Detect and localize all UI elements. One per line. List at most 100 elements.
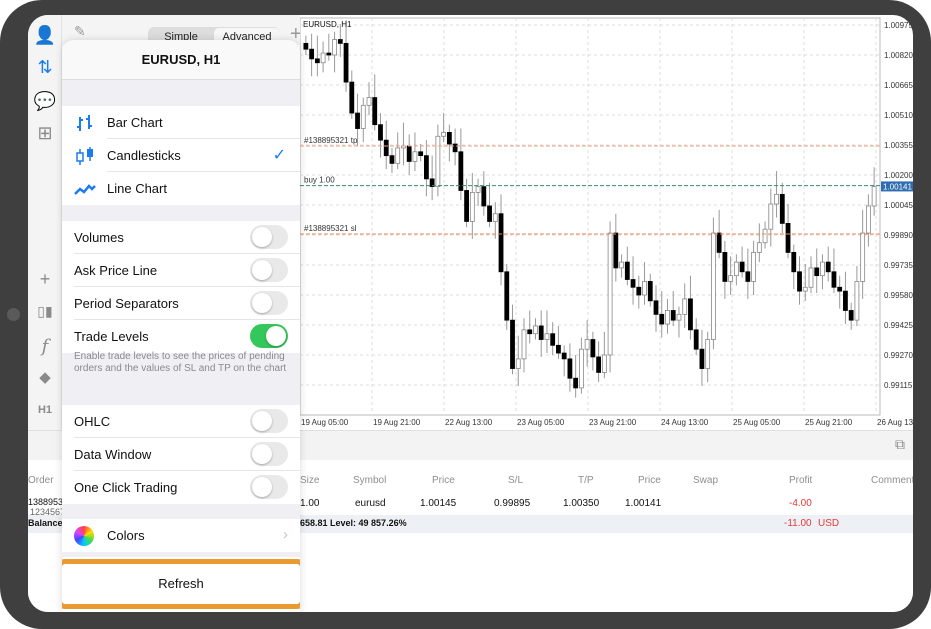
candlesticks-icon [76,147,93,165]
toggle-label: Data Window [74,447,152,462]
toggle-row-ohlc[interactable]: OHLC [62,405,300,438]
indicators-icon[interactable]: f [28,336,62,357]
one-click-trading-toggle[interactable] [250,475,288,499]
candle-body [745,271,751,282]
candle-body [406,145,412,162]
period-separators-toggle[interactable] [250,291,288,315]
candle-body [349,81,355,114]
candle-body [492,213,498,222]
toggle-label: Trade Levels [74,329,149,344]
price-tick-label: 0.99735 [884,261,913,270]
candle-body [332,39,337,56]
size: 1.00 [300,498,320,509]
candle-body [762,228,768,244]
refresh-button[interactable]: Refresh [62,559,300,609]
candle-body [756,242,762,253]
data-window-toggle[interactable] [250,442,288,466]
candle-body [647,281,653,302]
trade-levels-note: Enable trade levels to see the prices of… [74,351,287,374]
candle-body [498,213,504,273]
price-tick-label: 1.00975 [884,21,913,30]
candle-body [733,261,739,277]
candle-body [774,193,779,205]
candle-body [366,97,372,106]
candle-body [837,286,843,292]
candle-body [820,261,825,277]
candle-body [372,97,378,126]
symbol: eurusd [355,498,386,509]
new-order-icon[interactable]: ⊞ [28,123,62,144]
candle-body [458,151,464,191]
candle-body [475,186,481,193]
candle-body [693,329,699,350]
colors-row[interactable]: Colors › [62,519,300,552]
toggle-label: Volumes [74,230,124,245]
toggle-row-volumes[interactable]: Volumes [62,221,300,254]
toggle-row-trade-levels[interactable]: Trade Levels [62,320,300,353]
candle-body [412,151,418,162]
price-tick-label: 0.99890 [884,231,913,240]
candle-body [464,190,469,222]
chart-type-icon[interactable]: ▯▮ [28,303,62,320]
candle-body [378,124,383,141]
time-tick-label: 19 Aug 21:00 [373,418,421,427]
edit-icon[interactable]: ✎ [74,23,86,40]
candle-body [424,155,429,180]
time-tick-label: 25 Aug 05:00 [733,418,781,427]
chart-canvas[interactable]: 1.00975 1.00820 1.00665 1.00510 1.00355 1.002… [299,15,913,435]
price-chart[interactable]: 1.00975 1.00820 1.00665 1.00510 1.00355 1.002… [299,15,913,435]
candle-body [481,186,487,207]
chat-icon[interactable]: 💬 [28,91,62,112]
volumes-toggle[interactable] [250,225,288,249]
toggle-row-data-window[interactable]: Data Window [62,438,300,471]
layout-icon[interactable]: ⧉ [895,436,905,453]
candle-body [808,267,814,288]
toggle-row-ask-price-line[interactable]: Ask Price Line [62,254,300,287]
price-tick-label: 0.99425 [884,321,913,330]
col-order: Order [28,475,54,486]
toggle-row-one-click-trading[interactable]: One Click Trading [62,471,300,504]
candle-body [533,325,538,335]
trade-icon[interactable]: ⇅ [28,57,62,78]
toggle-label: Period Separators [74,296,179,311]
open-price: 1.00145 [420,498,457,509]
col-swap: Swap [693,475,719,486]
chart-type-candlesticks[interactable]: Candlesticks ✓ [62,139,300,172]
price-tick-label: 1.00045 [884,201,913,210]
ohlc-toggle[interactable] [250,409,288,433]
chart-type-line[interactable]: Line Chart [62,172,300,205]
candle-body [676,313,682,321]
candle-body [395,147,401,164]
col-symbol: Symbol [353,475,387,486]
candle-body [739,261,745,273]
account-icon[interactable]: 👤 [28,25,62,46]
candle-body [682,298,688,315]
candle-body [567,358,573,379]
price-tick-label: 1.00355 [884,141,913,150]
candle-body [642,281,647,296]
candle-body [785,222,791,253]
crosshair-icon[interactable]: + [28,269,62,290]
objects-icon[interactable]: ◆ [28,368,62,386]
time-tick-label: 26 Aug 13:00 [877,418,913,427]
currency: USD [818,518,840,529]
popover-title: EURUSD, H1 [62,40,300,80]
candle-body [521,329,527,360]
candle-body [504,271,510,321]
price-tick-label: 0.99270 [884,351,913,360]
candle-body [590,339,596,358]
trade-levels-toggle[interactable] [250,324,288,348]
candle-body [389,155,395,164]
chart-symbol-label: EURUSD, H1 [303,20,352,29]
trade-level-label: #138895321 tp [304,136,358,145]
chart-type-label: Line Chart [107,181,167,196]
order-id: 1388953 [28,497,64,507]
candle-body [848,310,854,321]
timeframe-button[interactable]: H1 [28,404,62,416]
left-toolbar: 👤 ⇅ 💬 ⊞ + ▯▮ f ◆ H1 + [28,15,62,458]
chart-type-bar[interactable]: Bar Chart [62,106,300,139]
ask-price-line-toggle[interactable] [250,258,288,282]
toggle-row-period-separators[interactable]: Period Separators [62,287,300,320]
candle-body [418,151,424,157]
price-tick-label: 1.00510 [884,111,913,120]
